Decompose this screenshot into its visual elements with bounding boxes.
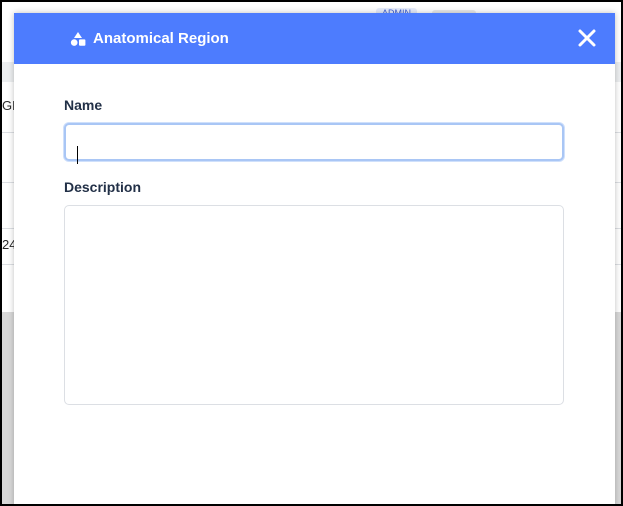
description-label: Description: [64, 179, 142, 195]
name-field-group: Name: [64, 97, 564, 164]
dialog-title: Anatomical Region: [93, 30, 229, 47]
dialog-body: Name Description: [64, 97, 564, 410]
dialog-title-group: Anatomical Region: [70, 13, 229, 64]
shapes-icon: [70, 31, 86, 47]
close-icon[interactable]: [577, 28, 597, 48]
name-input[interactable]: [64, 123, 564, 161]
anatomical-region-dialog: Anatomical Region Name Description: [14, 13, 615, 504]
close-button[interactable]: [577, 28, 597, 48]
description-field-group: Description: [64, 179, 564, 410]
text-cursor: [77, 146, 78, 164]
dialog-header: Anatomical Region: [14, 13, 615, 64]
screen: ADMIN GE 24 Anatomical Region: [0, 0, 623, 506]
name-label: Name: [64, 97, 103, 113]
description-textarea[interactable]: [64, 205, 564, 405]
